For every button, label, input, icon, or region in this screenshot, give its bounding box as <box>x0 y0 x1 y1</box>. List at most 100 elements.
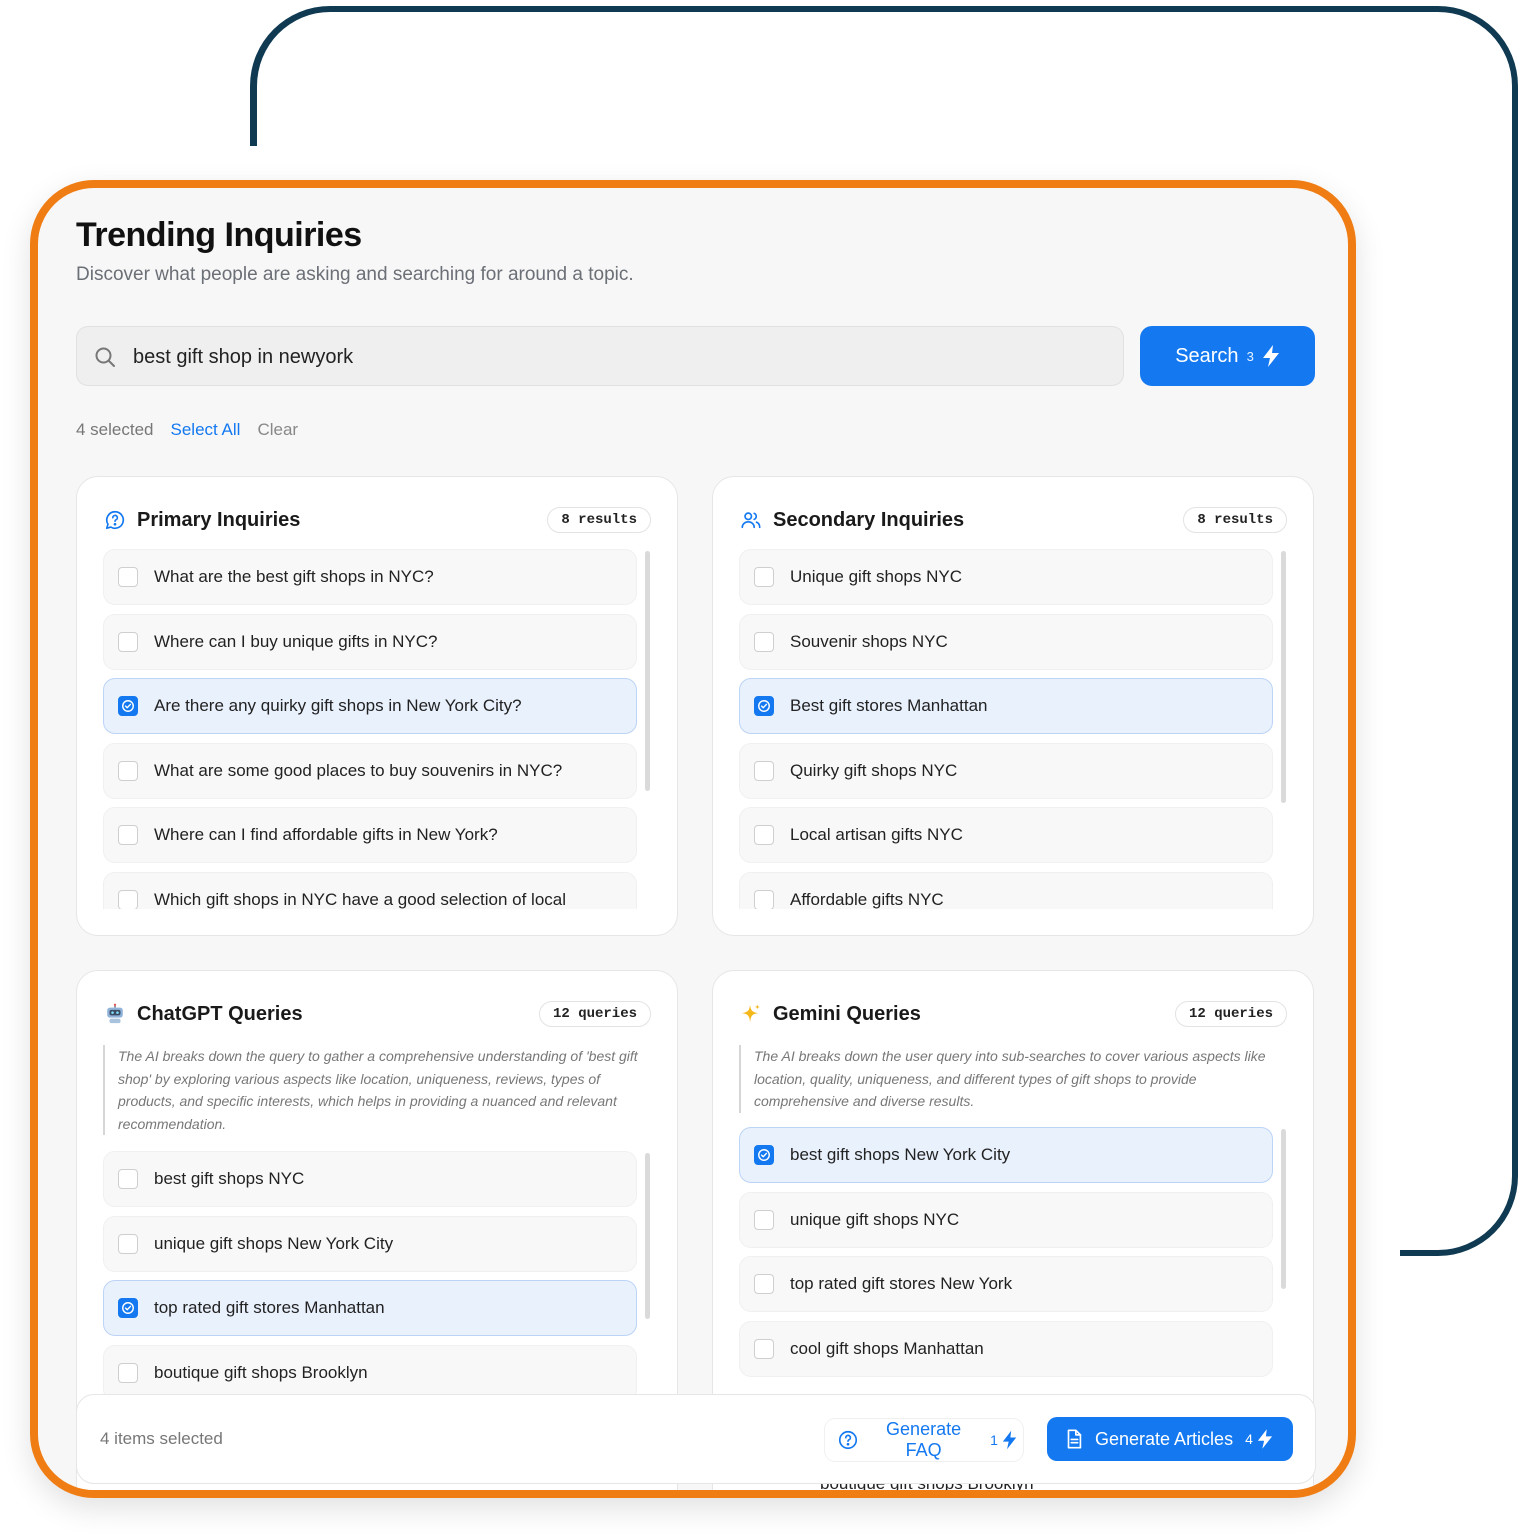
faq-credits: 1 <box>990 1432 998 1448</box>
primary-result-badge: 8 results <box>547 507 651 533</box>
primary-title: Primary Inquiries <box>137 508 301 531</box>
checkbox[interactable] <box>118 631 138 652</box>
secondary-item-label: Local artisan gifts NYC <box>790 825 963 844</box>
primary-item[interactable]: Where can I find affordable gifts in New… <box>103 807 637 863</box>
checkbox-checked[interactable] <box>118 696 138 716</box>
generate-articles-button[interactable]: Generate Articles 4 <box>1047 1417 1293 1461</box>
sparkle-icon <box>739 1002 763 1026</box>
primary-item[interactable]: Where can I buy unique gifts in NYC? <box>103 613 637 670</box>
checkbox[interactable] <box>118 1233 138 1254</box>
generate-faq-button[interactable]: Generate FAQ 1 <box>825 1419 1023 1461</box>
gemini-item[interactable]: cool gift shops Manhattan <box>739 1320 1273 1377</box>
items-selected-count: 4 items selected <box>100 1429 223 1448</box>
robot-icon <box>103 1002 127 1026</box>
checkbox[interactable] <box>754 631 774 652</box>
primary-list: What are the best gift shops in NYC? Wher… <box>103 549 637 909</box>
check-circle-icon <box>122 1302 134 1314</box>
selected-count: 4 selected <box>76 420 154 439</box>
articles-credits: 4 <box>1245 1431 1253 1447</box>
primary-item-label: Where can I find affordable gifts in New… <box>154 825 498 844</box>
primary-item-label: Where can I buy unique gifts in NYC? <box>154 631 438 651</box>
check-circle-icon <box>758 1149 770 1161</box>
checkbox[interactable] <box>118 889 138 909</box>
checkbox[interactable] <box>754 825 774 845</box>
checkbox[interactable] <box>754 1209 774 1230</box>
select-all-link[interactable]: Select All <box>171 420 241 440</box>
gemini-explanation: The AI breaks down the user query into s… <box>739 1045 1287 1113</box>
question-bubble-icon <box>103 508 127 532</box>
checkbox[interactable] <box>118 567 138 587</box>
primary-scrollbar[interactable] <box>645 551 650 791</box>
secondary-item[interactable]: Unique gift shops NYC <box>739 549 1273 605</box>
secondary-item[interactable]: Local artisan gifts NYC <box>739 807 1273 863</box>
checkbox[interactable] <box>754 567 774 587</box>
chatgpt-item[interactable]: best gift shops NYC <box>103 1151 637 1207</box>
checkbox[interactable] <box>754 1274 774 1294</box>
secondary-inquiries-panel: Secondary Inquiries 8 results Unique gif… <box>712 476 1314 936</box>
primary-item[interactable]: What are some good places to buy souveni… <box>103 742 637 799</box>
lightning-icon <box>1257 1429 1272 1449</box>
primary-item-label: What are the best gift shops in NYC? <box>154 567 434 586</box>
generate-faq-label: Generate FAQ <box>886 1419 962 1460</box>
chatgpt-item[interactable]: top rated gift stores Manhattan <box>103 1280 637 1336</box>
chatgpt-item[interactable]: unique gift shops New York City <box>103 1215 637 1272</box>
chatgpt-explanation: The AI breaks down the query to gather a… <box>103 1045 651 1135</box>
chatgpt-item-label: top rated gift stores Manhattan <box>154 1298 385 1317</box>
chatgpt-item-label: unique gift shops New York City <box>154 1233 394 1253</box>
chatgpt-item[interactable]: boutique gift shops Brooklyn <box>103 1344 637 1401</box>
clear-link[interactable]: Clear <box>257 420 298 440</box>
search-input[interactable] <box>131 327 1095 387</box>
secondary-title: Secondary Inquiries <box>773 508 965 531</box>
checkbox[interactable] <box>118 1362 138 1383</box>
checkbox[interactable] <box>754 1338 774 1359</box>
checkbox[interactable] <box>118 825 138 845</box>
lightning-icon <box>1002 1430 1017 1450</box>
gemini-item-label: cool gift shops Manhattan <box>790 1338 984 1358</box>
primary-item-label: What are some good places to buy souveni… <box>154 760 563 780</box>
checkbox-checked[interactable] <box>754 696 774 716</box>
secondary-item-label: Unique gift shops NYC <box>790 567 962 586</box>
checkbox[interactable] <box>118 760 138 781</box>
secondary-item-label: Souvenir shops NYC <box>790 631 948 651</box>
gemini-item-label: best gift shops New York City <box>790 1145 1011 1164</box>
secondary-item[interactable]: Best gift stores Manhattan <box>739 678 1273 734</box>
checkbox-checked[interactable] <box>118 1298 138 1318</box>
primary-item-label: Which gift shops in NYC have a good sele… <box>154 889 567 909</box>
secondary-item-label: Quirky gift shops NYC <box>790 760 958 780</box>
gemini-item[interactable]: unique gift shops NYC <box>739 1191 1273 1248</box>
primary-item[interactable]: Are there any quirky gift shops in New Y… <box>103 678 637 734</box>
gemini-item[interactable]: best gift shops New York City <box>739 1127 1273 1183</box>
secondary-item[interactable]: Affordable gifts NYC <box>739 871 1273 909</box>
page-subtitle: Discover what people are asking and sear… <box>76 264 634 285</box>
gemini-scrollbar[interactable] <box>1281 1129 1286 1289</box>
secondary-item[interactable]: Quirky gift shops NYC <box>739 742 1273 799</box>
search-button-label: Search <box>1175 344 1239 367</box>
gemini-item-label: unique gift shops NYC <box>790 1209 960 1229</box>
search-button[interactable]: Search 3 <box>1140 326 1315 386</box>
secondary-item-label: Affordable gifts NYC <box>790 889 944 909</box>
primary-item[interactable]: What are the best gift shops in NYC? <box>103 549 637 605</box>
primary-inquiries-panel: Primary Inquiries 8 results What are the… <box>76 476 678 936</box>
checkbox[interactable] <box>118 1169 138 1189</box>
action-footer: 4 items selected Generate FAQ 1 Generate… <box>76 1394 1316 1484</box>
chatgpt-item-label: boutique gift shops Brooklyn <box>154 1362 368 1382</box>
chatgpt-title: ChatGPT Queries <box>137 1002 303 1025</box>
secondary-item[interactable]: Souvenir shops NYC <box>739 613 1273 670</box>
search-box[interactable] <box>76 326 1124 387</box>
help-circle-icon <box>838 1430 858 1450</box>
chatgpt-query-badge: 12 queries <box>538 1001 651 1027</box>
primary-item-label: Are there any quirky gift shops in New Y… <box>154 696 522 715</box>
secondary-item-label: Best gift stores Manhattan <box>790 696 988 715</box>
gemini-query-badge: 12 queries <box>1174 1001 1287 1027</box>
document-icon <box>1067 1429 1082 1449</box>
secondary-scrollbar[interactable] <box>1281 551 1286 803</box>
chatgpt-item-label: best gift shops NYC <box>154 1169 305 1188</box>
checkbox[interactable] <box>754 889 774 909</box>
page-title: Trending Inquiries <box>76 216 362 254</box>
gemini-item[interactable]: top rated gift stores New York <box>739 1256 1273 1312</box>
selection-bar: 4 selected Select All Clear <box>76 420 298 440</box>
checkbox-checked[interactable] <box>754 1145 774 1165</box>
checkbox[interactable] <box>754 760 774 781</box>
primary-item[interactable]: Which gift shops in NYC have a good sele… <box>103 871 637 909</box>
chatgpt-scrollbar[interactable] <box>645 1153 650 1319</box>
